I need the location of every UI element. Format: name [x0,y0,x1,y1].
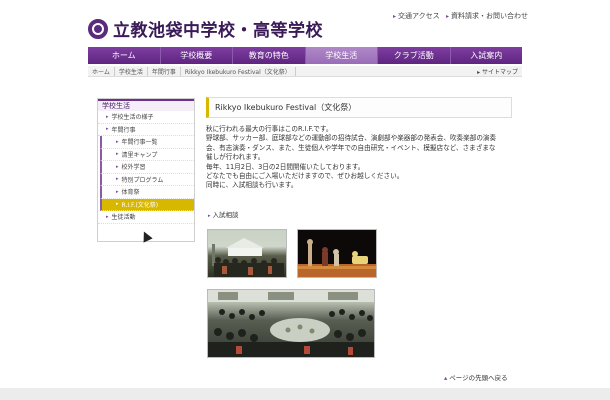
sidebar-item-label: 校外学習 [121,164,146,172]
nav-admissions[interactable]: 入試案内 [450,47,522,64]
sidebar-item-label: 年間行事 [111,126,136,134]
sidebar-item-sports-festival[interactable]: ▸ 体育祭 [100,186,194,199]
nav-school-life[interactable]: 学校生活 [305,47,378,64]
arrow-bullet-icon: ▸ [106,213,109,220]
sidebar-item-events-list[interactable]: ▸ 年間行事一覧 [100,136,194,149]
breadcrumb-home[interactable]: ホーム [88,66,115,76]
sidebar-item-field-study[interactable]: ▸ 校外学習 [100,161,194,174]
arrow-bullet-icon: ▸ [116,176,119,183]
festival-photo-stage [297,229,377,278]
sidebar-item-label: 体育祭 [121,189,140,197]
access-link-label: 交通アクセス [398,12,440,20]
page-top-label: ページの先頭へ戻る [449,374,508,382]
breadcrumb-current: Rikkyo Ikebukuro Festival（文化祭） [181,66,296,76]
sidebar-item-label: 清里キャンプ [121,151,158,159]
arrow-bullet-icon: ▸ [106,126,109,133]
page-top-link[interactable]: ▴ ページの先頭へ戻る [444,372,508,382]
school-logo[interactable]: 立教池袋中学校・高等学校 [88,16,323,41]
arrow-bullet-icon: ▸ [116,151,119,158]
sidebar-item-label: 生徒活動 [111,214,136,222]
sidebar-item-annual-events[interactable]: ▸ 年間行事 [98,124,194,136]
sitemap-label: サイトマップ [481,69,518,76]
intro-line: 催しが行われます。 [206,153,265,162]
admission-consult-label: 入試相談 [212,211,239,219]
school-crest-icon [88,18,108,39]
arrow-bullet-icon: ▸ [116,138,119,145]
arrow-bullet-icon: ▸ [116,163,119,170]
festival-photo-stage-image [298,239,376,277]
nav-education[interactable]: 教育の特色 [233,47,306,64]
sidebar-item-special-program[interactable]: ▸ 特別プログラム [100,173,194,186]
breadcrumb: ホーム 学校生活 年間行事 Rikkyo Ikebukuro Festival（… [88,66,522,77]
footer-band [0,388,610,400]
sidebar-heading[interactable]: 学校生活 [98,99,194,111]
sitemap-link[interactable]: ▸ サイトマップ [477,67,518,76]
festival-photo-crowd [207,289,375,358]
admission-consult-link[interactable]: ▸ 入試相談 [208,209,239,219]
intro-line: 秋に行われる最大の行事はこのR.I.F.です。 [206,125,333,133]
arrow-bullet-icon: ▸ [208,213,211,219]
arrow-bullet-icon: ▸ [116,201,119,208]
nav-about[interactable]: 学校概要 [160,47,233,64]
festival-photo-tent-image [212,238,284,277]
sidebar-item-label: 年間行事一覧 [121,139,158,147]
arrow-bullet-icon: ▸ [446,12,450,20]
intro-text: 秋に行われる最大の行事はこのR.I.F.です。 野球部、サッカー部、庭球部などの… [206,125,516,191]
contact-link[interactable]: ▸ 資料請求・お問い合わせ [446,11,528,21]
sidebar-item-school-life[interactable]: ▸ 学校生活の様子 [98,111,194,124]
sidebar-item-label: R.I.F.(文化祭) [121,201,159,209]
breadcrumb-school-life[interactable]: 学校生活 [115,66,148,76]
festival-photo-tent [207,229,287,278]
intro-line: 野球部、サッカー部、庭球部などの運動部の招待試合、演劇部や楽器部の発表会、吹奏楽… [206,134,497,143]
sidebar-item-rif[interactable]: ▸ R.I.F.(文化祭) [100,198,194,211]
contact-link-label: 資料請求・お問い合わせ [451,12,529,20]
sidebar-item-kiyosato-camp[interactable]: ▸ 清里キャンプ [100,148,194,161]
arrow-bullet-icon: ▸ [106,113,109,120]
sidebar-item-label: 特別プログラム [121,176,164,184]
nav-clubs[interactable]: クラブ活動 [378,47,451,64]
access-link[interactable]: ▸ 交通アクセス [393,11,440,21]
breadcrumb-events[interactable]: 年間行事 [148,66,181,76]
intro-line: 会、有志演奏・ダンス、また、生徒個人や学年での自由研究・イベント、模擬店など、さ… [206,143,496,152]
page: 立教池袋中学校・高等学校 ▸ 交通アクセス ▸ 資料請求・お問い合わせ ホーム … [0,0,610,400]
arrow-bullet-icon: ▴ [444,374,448,382]
intro-line: 同時に、入試相談も行います。 [206,181,298,190]
intro-line: 毎年、11月2日、3日の2日間開催いたしております。 [206,162,365,171]
festival-photo-crowd-image [208,290,374,357]
sidebar: 学校生活 ▸ 学校生活の様子 ▸ 年間行事 ▸ 年間行事一覧 ▸ 清里キャンプ ▸ 校外学… [97,98,195,242]
arrow-bullet-icon: ▸ [393,12,397,20]
arrow-bullet-icon: ▸ [116,188,119,195]
sidebar-item-label: 学校生活の様子 [111,114,154,122]
sidebar-item-student-activities[interactable]: ▸ 生徒活動 [98,211,194,224]
school-name: 立教池袋中学校・高等学校 [113,21,323,41]
global-nav: ホーム 学校概要 教育の特色 学校生活 クラブ活動 入試案内 [88,47,522,64]
intro-line: どなたでも自由にご入場いただけますので、ぜひお越しください。 [206,172,404,181]
page-title: Rikkyo Ikebukuro Festival（文化祭） [206,97,512,118]
nav-home[interactable]: ホーム [88,47,161,64]
